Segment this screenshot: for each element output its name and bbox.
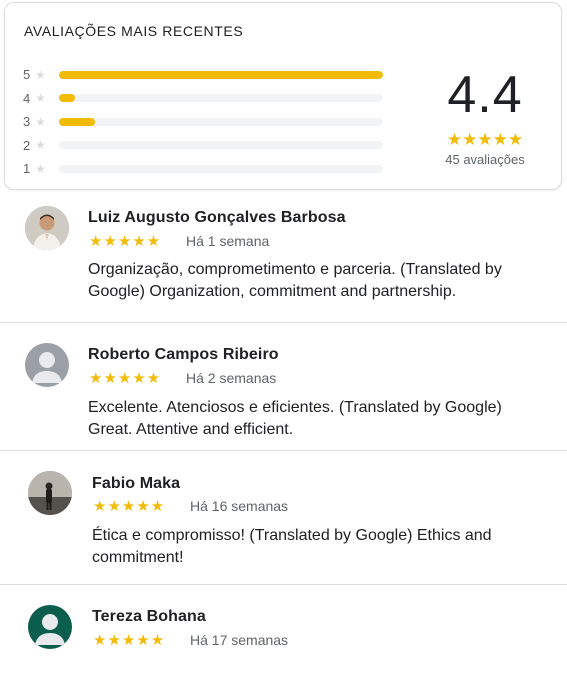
review-item: Roberto Campos Ribeiro ★★★★★ Há 2 semana… [0,323,567,449]
distribution-bar-track [59,141,383,150]
reviewer-avatar[interactable] [25,343,69,387]
default-user-icon [32,352,62,383]
distribution-row-3: 3 ★ [23,110,383,134]
review-stars: ★★★★★ [93,632,166,649]
distribution-bar-track [59,164,383,173]
summary-title: AVALIAÇÕES MAIS RECENTES [24,23,244,39]
average-rating-stars: ★★★★★ [446,130,524,149]
reviewer-name[interactable]: Roberto Campos Ribeiro [88,346,279,364]
distribution-bar-track [59,94,383,103]
distribution-label: 4 [23,90,31,106]
review-text: Organização, comprometimento e parceria.… [88,261,502,300]
person-photo-icon [28,471,72,515]
review-item: Luiz Augusto Gonçalves Barbosa ★★★★★ Há … [0,196,567,322]
distribution-label: 5 [23,67,31,83]
review-time: Há 1 semana [186,233,270,249]
review-stars: ★★★★★ [89,233,162,250]
reviewer-name[interactable]: Fabio Maka [92,475,180,493]
star-icon: ★ [35,67,46,82]
review-time: Há 16 semanas [190,498,289,514]
star-icon: ★ [35,114,46,129]
review-stars: ★★★★★ [89,370,162,387]
distribution-bar-track [59,117,383,126]
distribution-label: 1 [23,161,31,177]
review-time: Há 2 semanas [186,370,277,386]
default-user-icon [35,614,65,645]
reviewer-name[interactable]: Tereza Bohana [92,608,206,626]
review-count[interactable]: 45 avaliações [415,152,555,167]
rating-distribution: 5 ★ 4 ★ 3 ★ 2 ★ 1 ★ [23,63,383,181]
ratings-summary-card: AVALIAÇÕES MAIS RECENTES 5 ★ 4 ★ 3 ★ 2 ★ [4,2,562,190]
distribution-bar-fill [59,94,76,103]
distribution-row-5: 5 ★ [23,63,383,87]
review-text: Excelente. Atenciosos e eficientes. (Tra… [88,399,502,438]
star-icon: ★ [35,161,46,176]
distribution-row-1: 1 ★ [23,157,383,181]
distribution-bar-fill [59,70,383,79]
star-icon: ★ [35,138,46,153]
review-item: Tereza Bohana ★★★★★ Há 17 semanas [0,585,567,687]
reviewer-avatar[interactable] [28,605,72,649]
distribution-bar-fill [59,117,95,126]
person-photo-icon [25,206,69,250]
distribution-label: 2 [23,137,31,153]
review-item: Fabio Maka ★★★★★ Há 16 semanas Ética e c… [0,451,567,583]
review-stars: ★★★★★ [93,498,166,515]
reviewer-avatar[interactable] [28,471,72,515]
distribution-label: 3 [23,114,31,130]
star-icon: ★ [35,91,46,106]
review-text: Ética e compromisso! (Translated by Goog… [92,527,492,566]
distribution-row-4: 4 ★ [23,87,383,111]
review-time: Há 17 semanas [190,632,289,648]
average-rating: 4.4 [447,66,523,124]
distribution-bar-track [59,70,383,79]
reviewer-name[interactable]: Luiz Augusto Gonçalves Barbosa [88,209,346,227]
distribution-row-2: 2 ★ [23,134,383,158]
reviewer-avatar[interactable] [25,206,69,250]
